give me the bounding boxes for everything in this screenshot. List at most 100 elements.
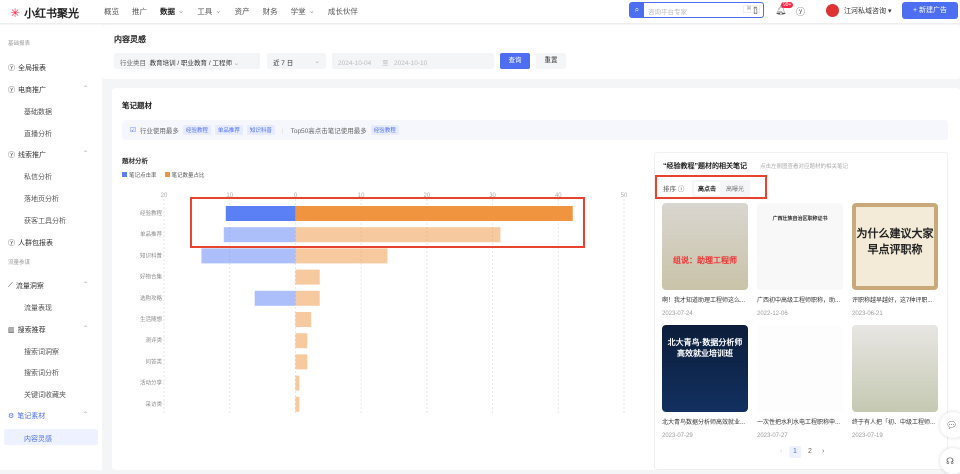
nav-item[interactable]: 工具 <box>197 6 212 17</box>
note-title[interactable]: 评职称越早越好，这7种评职... <box>852 295 938 304</box>
nav-item[interactable]: 成长伙伴 <box>328 6 358 17</box>
note-cover-image[interactable] <box>757 325 843 412</box>
sidebar-item[interactable]: ⚙ 笔记素材 <box>8 411 45 421</box>
page-button[interactable]: 1 <box>789 446 801 458</box>
sidebar-item[interactable]: 关键词收藏夹 <box>24 390 66 400</box>
chevron-up-icon[interactable]: ⌃ <box>83 85 88 92</box>
bar-note-share[interactable] <box>295 396 300 412</box>
note-card[interactable]: 终于有人把「初、中级工程师... 2023-07-19 <box>852 325 938 439</box>
search-icon[interactable]: ⌕ <box>630 3 644 17</box>
next-page-button[interactable]: › <box>822 448 824 455</box>
legend-item[interactable]: 笔记点击率 <box>122 171 157 179</box>
help-icon[interactable]: ⓨ <box>796 5 805 18</box>
page-button[interactable]: 2 <box>804 446 816 458</box>
sidebar-item[interactable]: 搜索词洞察 <box>24 347 59 357</box>
support-icon[interactable]: ☊ <box>940 448 960 474</box>
note-cover-image[interactable]: 为什么建议大家早点评职称 <box>852 203 938 290</box>
bar-note-share[interactable] <box>295 290 320 306</box>
y-category-label[interactable]: 测评类 <box>145 336 162 344</box>
sidebar-item[interactable]: 获客工具分析 <box>24 216 66 226</box>
query-button[interactable]: 查询 <box>500 53 530 69</box>
date-range-picker[interactable]: 2024-10-04 至 2024-10-10 <box>332 53 494 69</box>
sidebar-item[interactable]: ⓨ 线索推广 <box>8 150 46 160</box>
sidebar-item[interactable]: 私信分析 <box>24 172 52 182</box>
note-cover-image[interactable]: 组说：助理工程师 <box>662 203 748 290</box>
industry-label: 行业类目 <box>120 60 146 67</box>
topic-tag[interactable]: 知识科普 <box>246 125 275 135</box>
sidebar-item[interactable]: 流量表现 <box>24 303 52 313</box>
note-title[interactable]: 北大青鸟数据分析师高效就业... <box>662 417 748 426</box>
reset-button[interactable]: 重置 <box>536 53 566 69</box>
legend-item[interactable]: 笔记数量占比 <box>164 171 205 179</box>
chevron-up-icon[interactable]: ⌃ <box>83 411 88 418</box>
prev-page-button[interactable]: ‹ <box>780 448 782 455</box>
sidebar-item[interactable]: 搜索词分析 <box>24 368 59 378</box>
bar-note-share[interactable] <box>295 333 308 349</box>
topic-tag[interactable]: 经验教程 <box>370 125 399 135</box>
nav-item[interactable]: 推广 <box>132 6 147 17</box>
industry-select[interactable]: 行业类目 教育培训 / 职业教育 / 工程师 ⌄ <box>114 53 260 69</box>
sidebar-item-label: 笔记素材 <box>17 413 46 420</box>
y-category-label[interactable]: 选购攻略 <box>140 294 163 302</box>
note-title[interactable]: 终于有人把「初、中级工程师... <box>852 417 938 426</box>
bar-note-share[interactable] <box>295 375 300 391</box>
sidebar-item[interactable]: ⓨ 电商推广 <box>8 85 46 95</box>
chevron-down-icon: ⌄ <box>314 58 320 65</box>
y-category-label[interactable]: 活动分享 <box>140 379 163 387</box>
sidebar-item[interactable]: ⓨ 人群包报表 <box>8 238 53 248</box>
avatar[interactable] <box>826 4 839 17</box>
bar-click-rate[interactable] <box>254 290 296 306</box>
note-cover-image[interactable]: 北大青鸟·数据分析师 高效就业培训班 <box>662 325 748 412</box>
topic-tag[interactable]: 单品推荐 <box>214 125 243 135</box>
note-card[interactable]: 广西壮族自治区职称证书 广西初中高级工程师职称，助... 2022-12-06 <box>757 203 843 317</box>
bar-note-share[interactable] <box>295 269 320 285</box>
new-ad-button[interactable]: + 新建广告 <box>902 2 958 19</box>
y-category-label[interactable]: 好物合集 <box>140 273 163 281</box>
sidebar-item[interactable]: 内容灵感 <box>4 429 98 445</box>
nav-item[interactable]: 数据 <box>160 6 175 17</box>
sidebar-item[interactable]: 基础数据 <box>24 107 52 117</box>
chevron-up-icon[interactable]: ⌃ <box>83 325 88 332</box>
note-title[interactable]: 一次性把水利水电工程职称申... <box>757 417 843 426</box>
topic-tag[interactable]: 经验教程 <box>182 125 211 135</box>
sidebar-item[interactable]: 直播分析 <box>24 129 52 139</box>
bar-note-share[interactable] <box>295 354 308 370</box>
nav-item[interactable]: 财务 <box>263 6 278 17</box>
search-input[interactable]: ⌕ 咨询平台专家 ⌘ K <box>629 2 764 18</box>
nav-item[interactable]: 概览 <box>104 6 119 17</box>
bar-note-share[interactable] <box>295 248 388 264</box>
bar-click-rate[interactable] <box>201 248 296 264</box>
note-cover-image[interactable]: 广西壮族自治区职称证书 <box>757 203 843 290</box>
chevron-up-icon[interactable]: ⌃ <box>83 150 88 157</box>
note-title[interactable]: 广西初中高级工程师职称，助... <box>757 295 843 304</box>
legend-label: 笔记点击率 <box>129 173 157 179</box>
note-card[interactable]: 组说：助理工程师 啊！我才知道助理工程师这么... 2023-07-24 <box>662 203 748 317</box>
note-title[interactable]: 啊！我才知道助理工程师这么... <box>662 295 748 304</box>
y-category-label[interactable]: 采访类 <box>145 400 162 408</box>
bar-note-share[interactable] <box>295 312 312 327</box>
chevron-up-icon[interactable]: ⌃ <box>83 281 88 288</box>
y-category-label[interactable]: 生活随想 <box>140 315 163 323</box>
nav-item[interactable]: 学堂 <box>291 6 306 17</box>
sidebar-item[interactable]: ⓨ 全局报表 <box>8 63 46 73</box>
period-select[interactable]: 近 7 日 ⌄ <box>267 53 326 69</box>
note-cover-image[interactable] <box>852 325 938 412</box>
brand-logo[interactable]: ✳ 小红书聚光 <box>10 5 79 21</box>
y-category-label[interactable]: 单品推荐 <box>140 230 163 238</box>
top50-label: Top50高点击笔记使用最多 <box>290 128 367 135</box>
device-icon[interactable]: ▯ <box>753 5 758 16</box>
note-card[interactable]: 一次性把水利水电工程职称申... 2023-07-27 <box>757 325 843 439</box>
note-card[interactable]: 为什么建议大家早点评职称 评职称越早越好，这7种评职... 2023-06-21 <box>852 203 938 317</box>
y-category-label[interactable]: 问答类 <box>145 357 162 365</box>
y-category-label[interactable]: 知识科普 <box>140 251 163 259</box>
nav-item[interactable]: 资产 <box>235 6 250 17</box>
account-menu[interactable]: 江河私域咨询 ▾ <box>844 6 891 16</box>
chat-icon[interactable]: 💬︎ <box>940 412 960 438</box>
sidebar-item[interactable]: ▥ 搜索推荐 <box>8 325 46 335</box>
sidebar-item[interactable]: ⟋ 流量洞察 <box>8 281 44 291</box>
notes-title: “经验教程”题材的相关笔记 <box>663 163 747 170</box>
sidebar-item[interactable]: 落地页分析 <box>24 194 59 204</box>
menu-icon: ⚙ <box>8 413 15 420</box>
note-card[interactable]: 北大青鸟·数据分析师 高效就业培训班 北大青鸟数据分析师高效就业... 2023-0… <box>662 325 748 439</box>
y-category-label[interactable]: 经验教程 <box>140 209 163 217</box>
